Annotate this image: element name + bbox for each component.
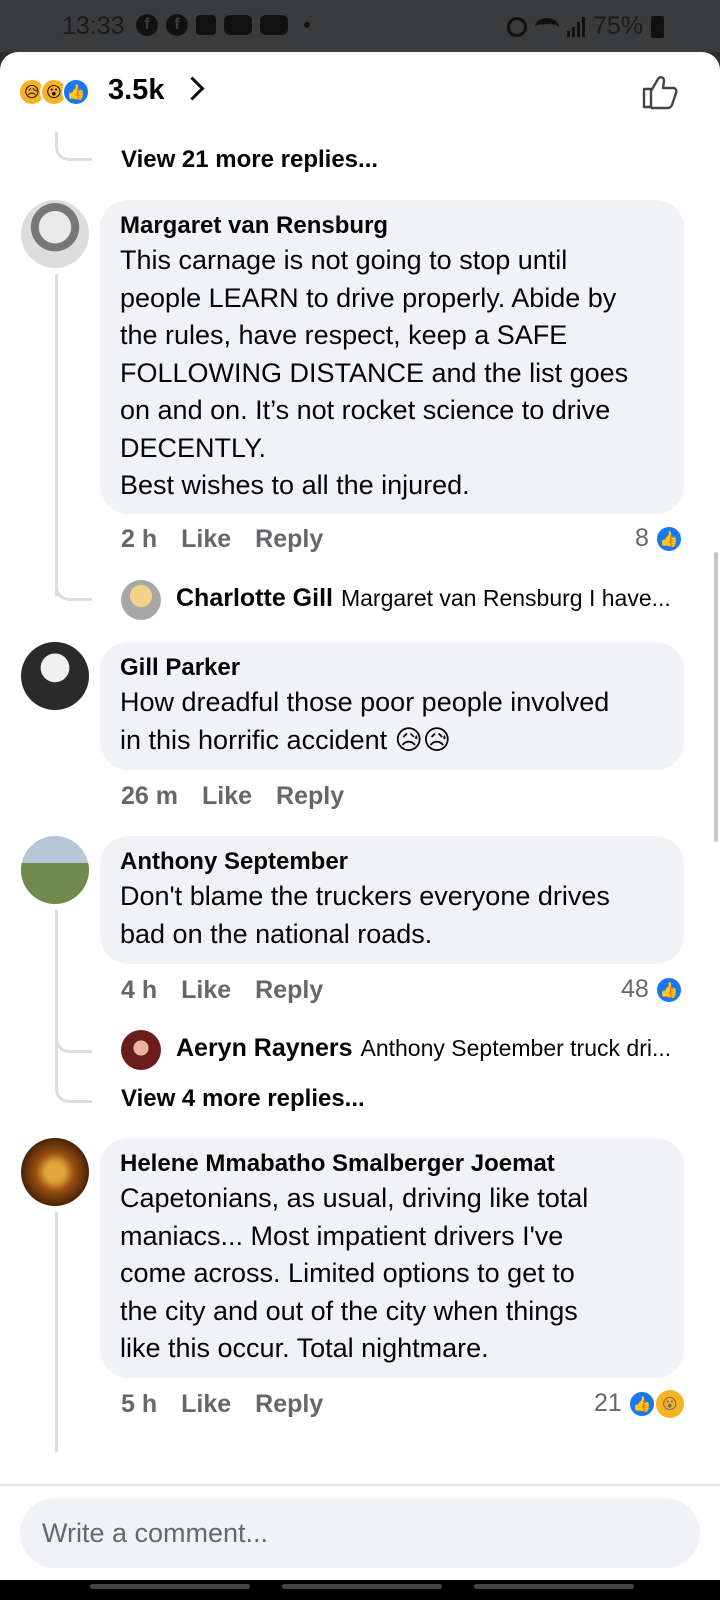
battery-percent: 75%	[592, 12, 643, 40]
reaction-icons[interactable]: 😥 😮 👍	[18, 78, 90, 106]
thread-line	[55, 1012, 92, 1053]
like-icon: 👍	[627, 1389, 656, 1418]
reply-preview[interactable]: Aeryn Rayners Anthony September truck dr…	[176, 1034, 671, 1063]
comment-like-count[interactable]: 48 👍	[621, 975, 683, 1004]
status-bar: 13:33 f f 75%	[0, 0, 720, 52]
reply-button[interactable]: Reply	[255, 976, 323, 1005]
thumbs-up-icon[interactable]	[640, 72, 680, 112]
nav-home-handle[interactable]	[282, 1584, 442, 1589]
reactions-header: 😥 😮 👍 3.5k	[0, 52, 720, 132]
comments-sheet: 😥 😮 👍 3.5k View 21 more replies... Marga…	[0, 52, 720, 1580]
more-notifications-dot	[304, 22, 310, 28]
like-button[interactable]: Like	[181, 1390, 231, 1419]
youtube-icon	[224, 15, 252, 35]
comment-author[interactable]: Margaret van Rensburg	[120, 210, 664, 242]
view-more-replies-link[interactable]: View 4 more replies...	[121, 1085, 365, 1113]
reply-author[interactable]: Aeryn Rayners	[176, 1034, 352, 1063]
like-count: 8	[635, 524, 649, 552]
thread-line	[55, 274, 58, 596]
like-icon: 👍	[654, 524, 683, 553]
like-count: 48	[621, 975, 649, 1003]
comment-like-count[interactable]: 21 👍 😮	[594, 1389, 684, 1418]
avatar[interactable]	[21, 200, 89, 268]
avatar[interactable]	[21, 642, 89, 710]
reply-button[interactable]: Reply	[276, 782, 344, 811]
like-button[interactable]: Like	[202, 782, 252, 811]
comment-text: Capetonians, as usual, driving like tota…	[120, 1183, 589, 1363]
status-time: 13:33	[62, 12, 125, 40]
like-button[interactable]: Like	[181, 525, 231, 554]
reply-preview[interactable]: Charlotte Gill Margaret van Rensburg I h…	[176, 584, 671, 613]
shopping-bag-icon	[196, 15, 216, 35]
reply-text: Margaret van Rensburg I have...	[340, 585, 671, 611]
system-icons: 75%	[506, 12, 664, 41]
thread-line	[55, 1062, 92, 1103]
avatar[interactable]	[21, 1138, 89, 1206]
scrollbar[interactable]	[714, 552, 718, 842]
comment-time: 4 h	[121, 976, 158, 1004]
comment-time: 26 m	[121, 782, 178, 810]
system-nav-bar	[0, 1580, 720, 1600]
nav-back-handle[interactable]	[474, 1584, 634, 1589]
like-button[interactable]: Like	[181, 976, 231, 1005]
comment-text: This carnage is not going to stop until …	[120, 245, 629, 500]
like-icon: 👍	[62, 78, 90, 106]
comment-text: How dreadful those poor people involved …	[120, 687, 610, 755]
comment-actions: 26 m Like Reply	[121, 782, 368, 811]
thread-line	[55, 562, 92, 601]
chevron-right-icon[interactable]	[180, 76, 205, 101]
reaction-count[interactable]: 3.5k	[108, 74, 164, 107]
reply-author[interactable]: Charlotte Gill	[176, 584, 333, 613]
reply-button[interactable]: Reply	[255, 525, 323, 554]
comment-text: Don't blame the truckers everyone drives…	[120, 881, 610, 949]
signal-icon	[566, 16, 585, 37]
avatar[interactable]	[121, 1030, 161, 1070]
comment-time: 2 h	[121, 525, 158, 553]
comment-author[interactable]: Gill Parker	[120, 652, 664, 684]
comment-bubble: Anthony September Don't blame the trucke…	[100, 836, 684, 964]
comment-bubble: Gill Parker How dreadful those poor peop…	[100, 642, 684, 770]
comment-author[interactable]: Anthony September	[120, 846, 664, 878]
reply-button[interactable]: Reply	[255, 1390, 323, 1419]
comment-author[interactable]: Helene Mmabatho Smalberger Joemat	[120, 1148, 664, 1180]
wow-emoji-icon: 😮	[655, 1389, 684, 1418]
comment-actions: 4 h Like Reply	[121, 976, 347, 1005]
comment-input[interactable]: Write a comment...	[20, 1498, 700, 1568]
comment-bubble: Helene Mmabatho Smalberger Joemat Capeto…	[100, 1138, 684, 1378]
view-more-replies-link[interactable]: View 21 more replies...	[121, 146, 378, 174]
facebook-icon: f	[136, 14, 158, 36]
reply-text: Anthony September truck dri...	[360, 1035, 672, 1061]
comment-time: 5 h	[121, 1390, 158, 1418]
comment-composer: Write a comment...	[0, 1484, 720, 1580]
notification-icons: f f	[136, 14, 310, 36]
like-icon: 👍	[654, 975, 683, 1004]
comment-like-count[interactable]: 8 👍	[635, 524, 683, 553]
thread-line	[55, 1212, 58, 1452]
comment-bubble: Margaret van Rensburg This carnage is no…	[100, 200, 684, 514]
battery-icon	[651, 15, 664, 38]
avatar[interactable]	[21, 836, 89, 904]
nav-recents-handle[interactable]	[90, 1584, 250, 1589]
like-count: 21	[594, 1389, 622, 1417]
thread-line	[55, 132, 92, 161]
comment-actions: 5 h Like Reply	[121, 1390, 347, 1419]
avatar[interactable]	[121, 580, 161, 620]
alarm-icon	[506, 16, 527, 37]
comment-actions: 2 h Like Reply	[121, 525, 347, 554]
facebook-icon: f	[166, 14, 188, 36]
wifi-icon	[534, 17, 559, 36]
youtube-icon	[260, 15, 288, 35]
